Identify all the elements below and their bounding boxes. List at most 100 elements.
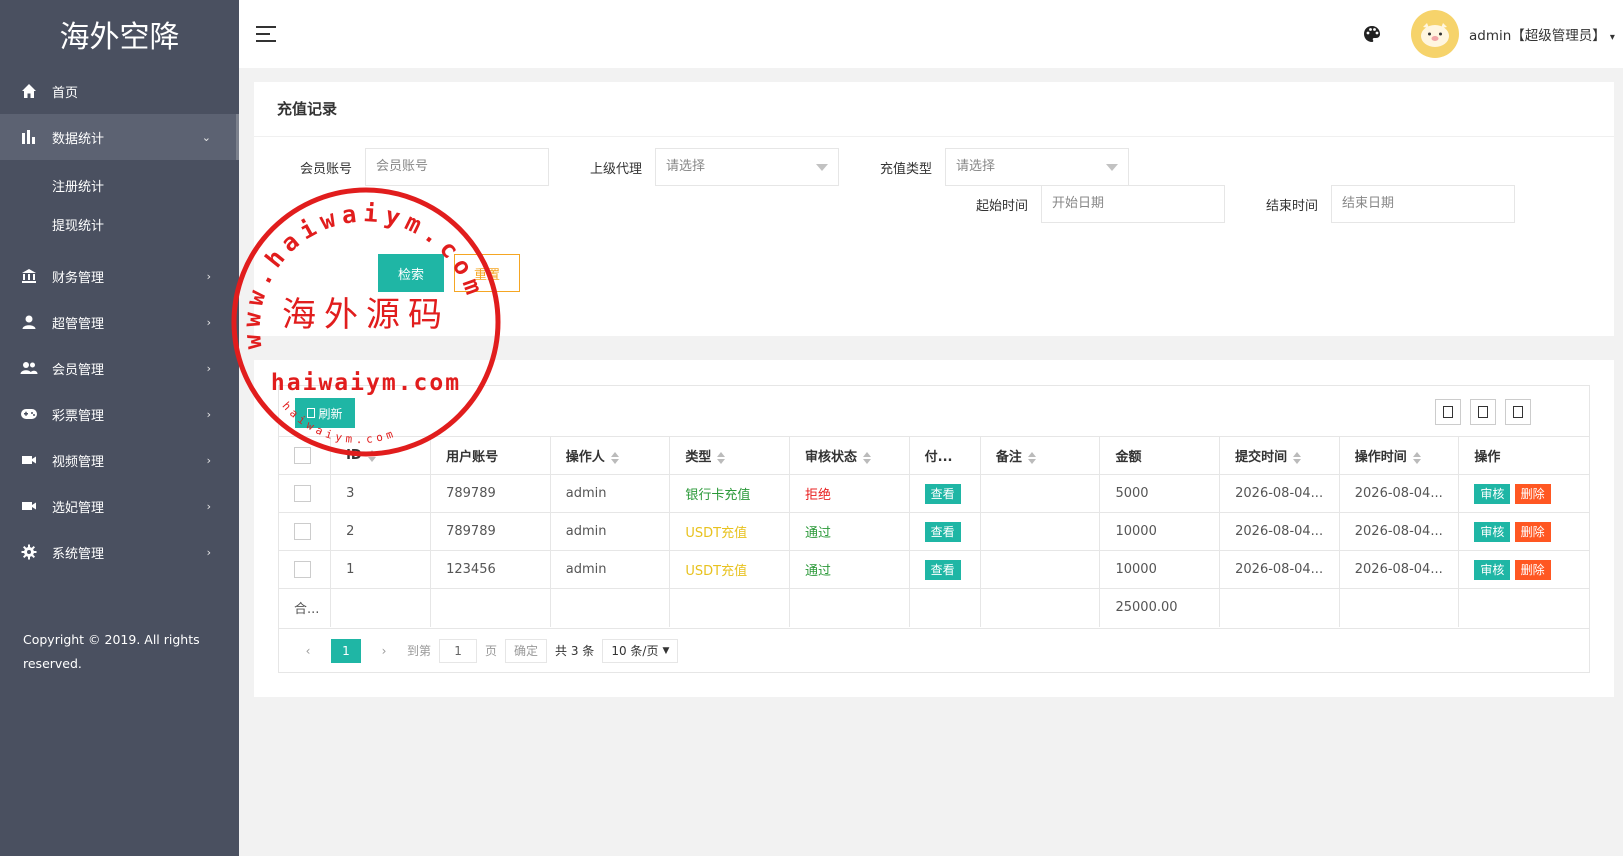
sidebar-item-data-stats[interactable]: 数据统计 ⌄ xyxy=(0,114,239,160)
sidebar-item-label: 超管管理 xyxy=(52,316,105,332)
prev-page-icon[interactable]: ‹ xyxy=(293,639,323,663)
view-button[interactable]: 查看 xyxy=(924,483,961,504)
chevron-right-icon: › xyxy=(206,407,211,421)
cell-type: USDT充值 xyxy=(669,550,791,589)
delete-button[interactable]: 删除 xyxy=(1514,483,1551,504)
sort-icon[interactable] xyxy=(1027,451,1036,464)
audit-button[interactable]: 审核 xyxy=(1474,521,1511,542)
print-icon[interactable] xyxy=(1505,399,1531,425)
sidebar-item-members[interactable]: 会员管理 › xyxy=(0,345,239,391)
sidebar-subitem-withdraw-stats[interactable]: 提现统计 xyxy=(0,205,239,244)
cell-account: 789789 xyxy=(430,474,551,513)
total-count: 共 3 条 xyxy=(555,644,595,658)
sidebar-subitem-register-stats[interactable]: 注册统计 xyxy=(0,166,239,205)
cell-operator: admin xyxy=(550,550,671,589)
view-button[interactable]: 查看 xyxy=(924,521,961,542)
columns-filter-icon[interactable] xyxy=(1435,399,1461,425)
col-type[interactable]: 类型 xyxy=(669,436,791,475)
start-time-label: 起始时间 xyxy=(975,199,1028,214)
start-date-input[interactable]: 开始日期 xyxy=(1041,185,1225,223)
col-payment: 付... xyxy=(909,436,981,475)
goto-page-input[interactable]: 1 xyxy=(439,638,478,663)
search-button[interactable]: 检索 xyxy=(378,254,444,292)
sidebar-item-video[interactable]: 视频管理 › xyxy=(0,437,239,483)
recharge-table: ID 用户账号 操作人 类型 审核状态 付... 备注 金额 提交时间 操作时间… xyxy=(279,436,1589,627)
table-panel: 刷新 ID 用户账号 操作人 类型 审核状态 付... 备注 金额 提交时间 操… xyxy=(254,360,1614,697)
cell-id: 1 xyxy=(330,550,432,589)
menu-toggle-icon[interactable] xyxy=(256,26,276,42)
row-checkbox[interactable] xyxy=(294,485,311,502)
cell-type: USDT充值 xyxy=(669,512,791,551)
page-size-select[interactable]: 10 条/页 ▼ xyxy=(602,638,679,663)
user-name: admin【超级管理员】 xyxy=(1469,28,1606,44)
recharge-type-select[interactable]: 请选择 xyxy=(945,148,1129,186)
col-submit-time[interactable]: 提交时间 xyxy=(1219,436,1340,475)
refresh-icon xyxy=(307,408,316,418)
refresh-button[interactable]: 刷新 xyxy=(295,398,355,428)
sort-icon[interactable] xyxy=(717,451,726,464)
view-button[interactable]: 查看 xyxy=(924,559,961,580)
sidebar-item-lottery[interactable]: 彩票管理 › xyxy=(0,391,239,437)
agent-label: 上级代理 xyxy=(589,162,642,177)
sidebar-item-admin[interactable]: 超管管理 › xyxy=(0,299,239,345)
cell-amount: 10000 xyxy=(1099,550,1221,589)
goto-confirm-button[interactable]: 确定 xyxy=(505,638,548,663)
top-header: admin【超级管理员】 ▾ xyxy=(239,0,1623,68)
sidebar-item-label: 视频管理 xyxy=(52,454,105,470)
sidebar-item-consort[interactable]: 选妃管理 › xyxy=(0,483,239,529)
palette-icon[interactable] xyxy=(1362,24,1382,44)
delete-button[interactable]: 删除 xyxy=(1514,521,1551,542)
cell-type: 银行卡充值 xyxy=(669,474,791,513)
cell-op-time: 2026-08-04... xyxy=(1339,474,1460,513)
audit-button[interactable]: 审核 xyxy=(1474,483,1511,504)
agent-select-value: 请选择 xyxy=(666,159,706,174)
cell-account: 789789 xyxy=(430,512,551,551)
col-operator[interactable]: 操作人 xyxy=(550,436,671,475)
col-op-time[interactable]: 操作时间 xyxy=(1339,436,1460,475)
col-note[interactable]: 备注 xyxy=(980,436,1101,475)
user-menu[interactable]: admin【超级管理员】 ▾ xyxy=(1469,24,1615,44)
page-title: 充值记录 xyxy=(254,82,1614,137)
sort-icon[interactable] xyxy=(610,451,619,464)
select-all-cell xyxy=(279,436,332,475)
reset-button[interactable]: 重置 xyxy=(454,254,520,292)
users-icon xyxy=(20,359,38,377)
agent-select[interactable]: 请选择 xyxy=(655,148,839,186)
delete-button[interactable]: 删除 xyxy=(1514,559,1551,580)
page-current[interactable]: 1 xyxy=(331,638,361,663)
caret-down-icon xyxy=(816,164,828,171)
col-status[interactable]: 审核状态 xyxy=(789,436,910,475)
chevron-right-icon: › xyxy=(206,499,211,513)
sidebar-item-system[interactable]: 系统管理 › xyxy=(0,529,239,575)
sidebar-item-label: 选妃管理 xyxy=(52,500,105,516)
cell-account: 123456 xyxy=(430,550,551,589)
audit-button[interactable]: 审核 xyxy=(1474,559,1511,580)
sidebar-item-home[interactable]: 首页 xyxy=(0,68,239,114)
end-date-input[interactable]: 结束日期 xyxy=(1331,185,1515,223)
member-account-input[interactable]: 会员账号 xyxy=(365,148,549,186)
row-checkbox[interactable] xyxy=(294,561,311,578)
filter-panel: 充值记录 会员账号 会员账号 上级代理 请选择 充值类型 请选择 起始时间 开始… xyxy=(254,82,1614,336)
avatar[interactable] xyxy=(1411,10,1459,58)
chevron-right-icon: › xyxy=(206,315,211,329)
select-all-checkbox[interactable] xyxy=(294,447,311,464)
sort-icon[interactable] xyxy=(1293,451,1302,464)
sort-icon[interactable] xyxy=(1412,451,1421,464)
cell-amount: 5000 xyxy=(1099,474,1221,513)
sidebar-item-label: 系统管理 xyxy=(52,546,105,562)
cell-note xyxy=(980,550,1101,589)
col-id[interactable]: ID xyxy=(330,436,432,475)
refresh-label: 刷新 xyxy=(318,406,343,421)
table-row: 2 789789 admin USDT充值 通过 查看 10000 2026-0… xyxy=(279,512,1589,551)
export-icon[interactable] xyxy=(1470,399,1496,425)
next-page-icon[interactable]: › xyxy=(369,639,399,663)
row-checkbox[interactable] xyxy=(294,523,311,540)
cell-note xyxy=(980,512,1101,551)
sidebar-item-finance[interactable]: 财务管理 › xyxy=(0,253,239,299)
sort-icon[interactable] xyxy=(367,449,376,462)
cell-operator: admin xyxy=(550,474,671,513)
goto-label: 到第 xyxy=(407,644,432,658)
sort-icon[interactable] xyxy=(863,451,872,464)
pagination: ‹ 1 › 到第 1 页 确定 共 3 条 10 条/页 ▼ xyxy=(279,628,1589,672)
chevron-right-icon: › xyxy=(206,361,211,375)
